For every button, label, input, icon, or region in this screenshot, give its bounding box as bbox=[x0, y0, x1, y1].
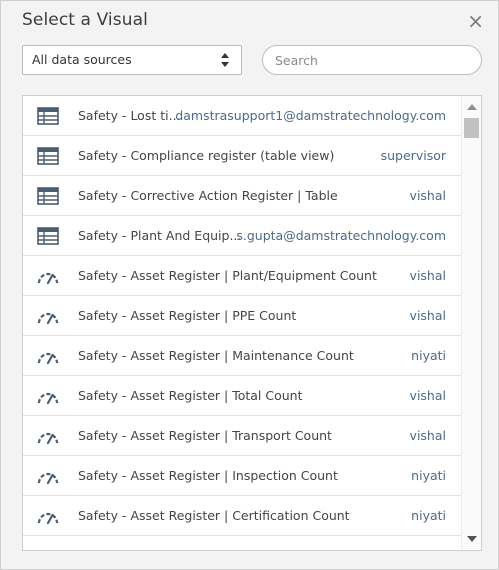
scroll-down-arrow-icon[interactable] bbox=[467, 536, 477, 542]
visual-name: Safety - Asset Register | Inspection Cou… bbox=[78, 468, 338, 483]
visual-list-item[interactable]: Safety - Asset Register | Certification … bbox=[23, 496, 462, 536]
list-scrollbar[interactable] bbox=[461, 96, 481, 550]
search-input[interactable] bbox=[262, 45, 482, 75]
visual-owner: vishal bbox=[409, 428, 446, 443]
visual-list-item[interactable]: Safety - Asset Register | Maintenance Co… bbox=[23, 336, 462, 376]
visual-owner: niyati bbox=[411, 508, 446, 523]
visual-name: Safety - Lost ti... bbox=[78, 108, 181, 123]
table-icon bbox=[37, 147, 59, 165]
visual-owner: damstrasupport1@damstratechnology.com bbox=[175, 108, 446, 123]
visual-name: Safety - Compliance register (table view… bbox=[78, 148, 335, 163]
data-source-selected-value: All data sources bbox=[32, 52, 132, 67]
dialog-title: Select a Visual bbox=[22, 10, 148, 30]
scroll-up-arrow-icon[interactable] bbox=[467, 104, 477, 110]
select-visual-dialog: Select a Visual × All data sources Safet… bbox=[0, 0, 499, 570]
visual-list-item[interactable]: Safety - Asset Register | Plant/Equipmen… bbox=[23, 256, 462, 296]
visual-owner: niyati bbox=[411, 468, 446, 483]
visual-list-item[interactable]: Safety - Plant And Equip... s.gupta@damst… bbox=[23, 216, 462, 256]
visual-name: Safety - Corrective Action Register | Ta… bbox=[78, 188, 338, 203]
visual-owner: vishal bbox=[409, 388, 446, 403]
gauge-icon bbox=[37, 467, 59, 485]
visual-name: Safety - Asset Register | Total Count bbox=[78, 388, 303, 403]
visual-owner: vishal bbox=[409, 268, 446, 283]
visual-list-rows: Safety - Lost ti... damstrasupport1@damst… bbox=[23, 96, 462, 550]
visual-list-item[interactable]: Safety - Asset Register | Transport Coun… bbox=[23, 416, 462, 456]
visual-list-item[interactable]: Safety - Corrective Action Register | Ta… bbox=[23, 176, 462, 216]
visual-list-item[interactable]: Safety - Compliance register (table view… bbox=[23, 136, 462, 176]
visual-name: Safety - Asset Register | Maintenance Co… bbox=[78, 348, 354, 363]
visual-owner: vishal bbox=[409, 308, 446, 323]
table-icon bbox=[37, 107, 59, 125]
visual-owner: s.gupta@damstratechnology.com bbox=[236, 228, 446, 243]
visual-owner: vishal bbox=[409, 188, 446, 203]
visual-owner: niyati bbox=[411, 348, 446, 363]
table-icon bbox=[37, 187, 59, 205]
gauge-icon bbox=[37, 507, 59, 525]
data-source-select[interactable]: All data sources bbox=[22, 45, 242, 75]
close-icon[interactable]: × bbox=[467, 9, 484, 33]
gauge-icon bbox=[37, 267, 59, 285]
visual-list-item[interactable]: Safety - Asset Register | Total Count vis… bbox=[23, 376, 462, 416]
gauge-icon bbox=[37, 347, 59, 365]
gauge-icon bbox=[37, 547, 59, 550]
visual-name: Safety - Plant And Equip... bbox=[78, 228, 242, 243]
visual-name: Safety - Asset Register | Plant/Equipmen… bbox=[78, 268, 377, 283]
scrollbar-thumb[interactable] bbox=[464, 118, 479, 138]
visual-list-item[interactable]: Safety - Lost ti... damstrasupport1@damst… bbox=[23, 96, 462, 136]
table-icon bbox=[37, 227, 59, 245]
visual-owner: supervisor bbox=[380, 148, 446, 163]
gauge-icon bbox=[37, 427, 59, 445]
visual-list-item[interactable]: Safety - Asset Register | Inspection Cou… bbox=[23, 456, 462, 496]
visual-name: Safety - Asset Register | Transport Coun… bbox=[78, 428, 332, 443]
visual-list: Safety - Lost ti... damstrasupport1@damst… bbox=[22, 95, 482, 551]
gauge-icon bbox=[37, 387, 59, 405]
visual-list-item[interactable]: Safety - Asset Register | PPE Count visha… bbox=[23, 296, 462, 336]
select-arrows-icon bbox=[221, 53, 229, 67]
visual-name: Safety - Asset Register | PPE Count bbox=[78, 308, 297, 323]
gauge-icon bbox=[37, 307, 59, 325]
visual-list-item[interactable] bbox=[23, 536, 462, 550]
visual-name: Safety - Asset Register | Certification … bbox=[78, 508, 350, 523]
